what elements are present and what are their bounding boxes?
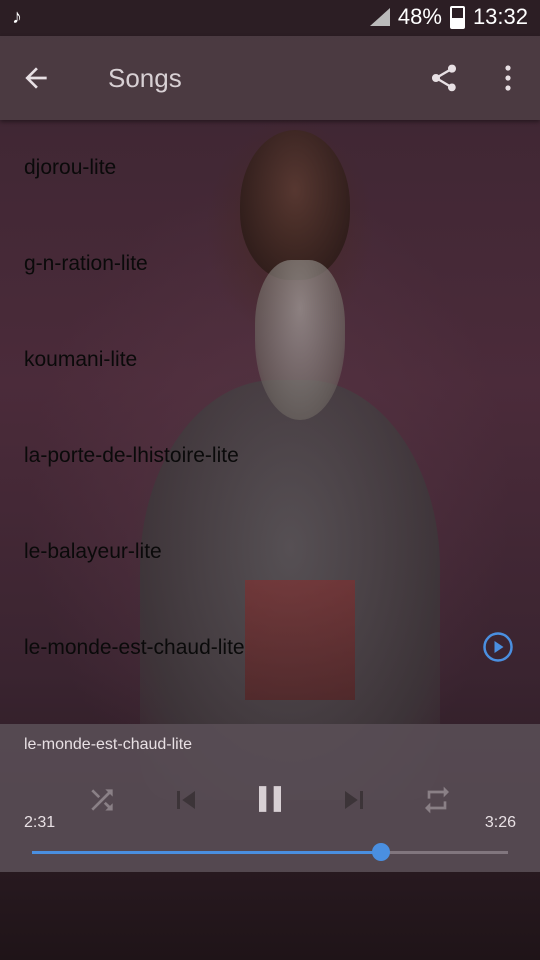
page-title: Songs [108,63,182,93]
signal-icon [369,8,390,26]
now-playing-title: le-monde-est-chaud-lite [24,736,193,753]
list-item[interactable]: koumani-lite [0,312,540,408]
list-item[interactable]: la-porte-de-lhistoire-lite [0,408,540,504]
status-right-group: 48% 13:32 [369,4,528,30]
list-item[interactable]: le-monde-est-chaud-lite [0,600,540,696]
list-item[interactable]: g-n-ration-lite [0,216,540,312]
battery-icon [449,5,465,29]
arrow-back-icon[interactable] [20,62,52,94]
battery-percent: 48% [397,4,442,29]
song-title: le-balayeur-lite [24,540,162,563]
seek-progress [32,851,381,854]
shuffle-icon[interactable] [86,784,118,816]
share-icon[interactable] [428,62,460,94]
status-bar: ♪ 48% 13:32 [0,0,540,36]
list-item[interactable]: djorou-lite [0,120,540,216]
music-note-icon: ♪ [12,6,22,28]
seek-thumb[interactable] [371,843,390,861]
song-title: le-monde-est-chaud-lite [24,636,245,659]
song-title: koumani-lite [24,348,138,371]
repeat-icon[interactable] [420,784,454,816]
playback-controls [0,774,540,824]
total-time: 3:26 [484,814,516,831]
clock: 13:32 [472,4,528,29]
skip-previous-icon[interactable] [168,780,204,820]
current-time: 2:31 [24,814,56,831]
list-item[interactable]: le-balayeur-lite [0,504,540,600]
pause-icon[interactable] [248,776,292,822]
now-playing-panel: le-monde-est-chaud-lite 2:31 3:26 [0,724,540,872]
play-circle-icon[interactable] [482,631,514,663]
song-title: djorou-lite [24,156,117,179]
skip-next-icon[interactable] [336,780,372,820]
song-title: la-porte-de-lhistoire-lite [24,444,239,467]
seek-bar[interactable] [32,843,508,861]
song-title: g-n-ration-lite [24,252,148,275]
more-vertical-icon[interactable] [496,62,520,94]
app-bar: Songs [0,36,540,120]
song-list: djorou-lite g-n-ration-lite koumani-lite… [0,120,540,696]
